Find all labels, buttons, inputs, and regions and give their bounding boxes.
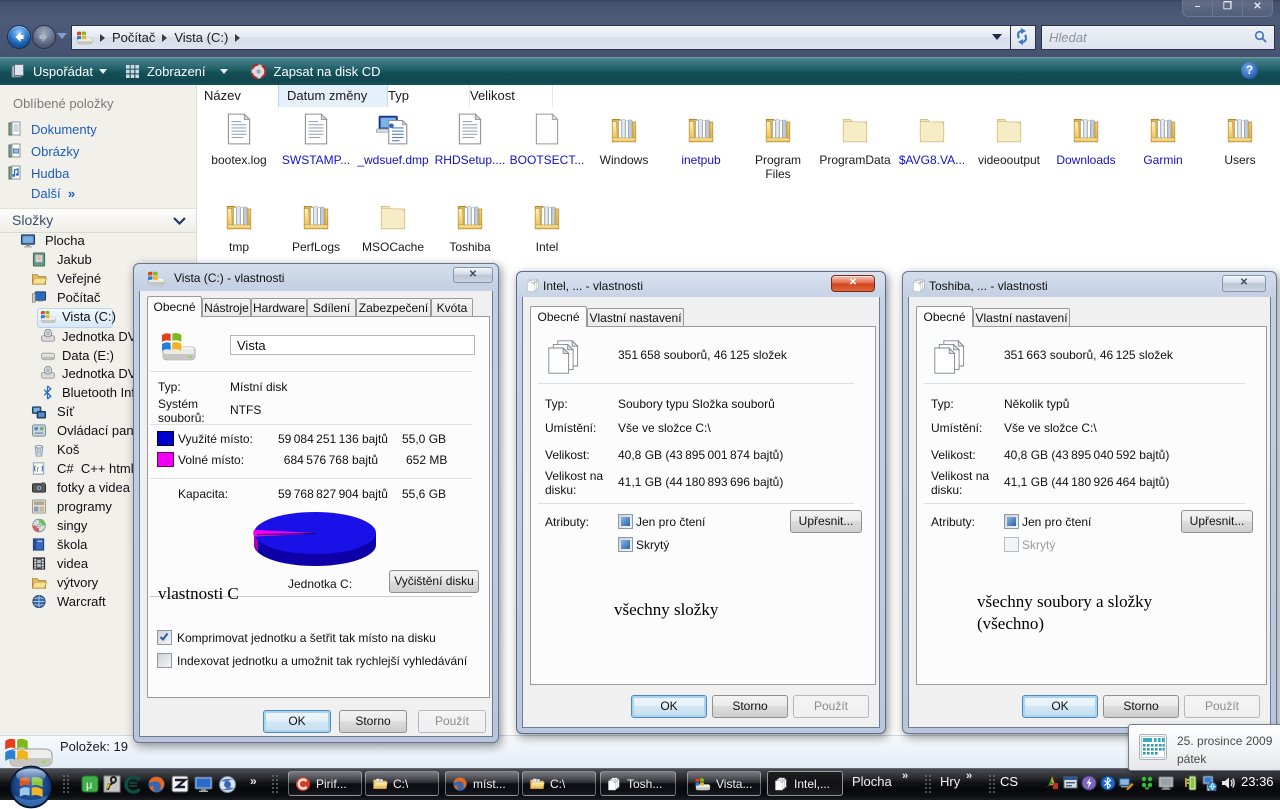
svg-text:μ: μ: [86, 780, 92, 792]
svg-text:ƒ: ƒ: [36, 467, 39, 473]
